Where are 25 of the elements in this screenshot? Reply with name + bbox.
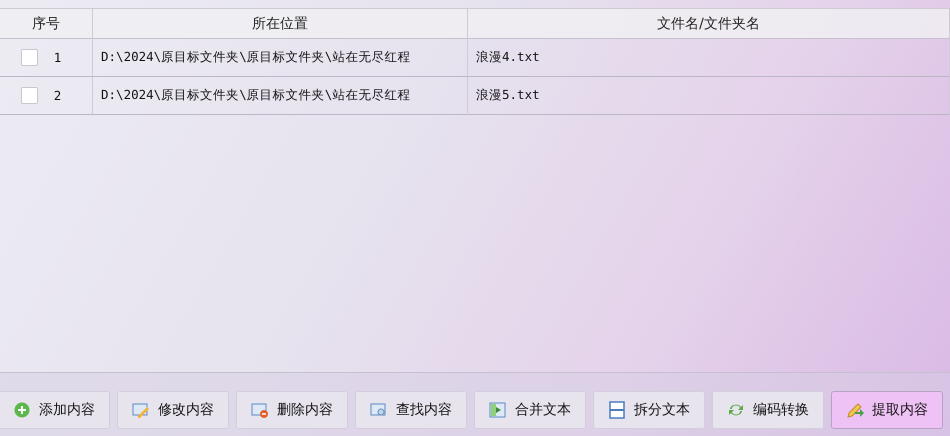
toolbar-button[interactable]: 删除内容 bbox=[236, 390, 348, 428]
column-header[interactable]: 文件名/文件夹名 bbox=[468, 9, 950, 39]
toolbar-button[interactable]: 编码转换 bbox=[712, 390, 824, 428]
form-magnifier-icon bbox=[370, 400, 388, 418]
toolbar-button[interactable]: 提取内容 bbox=[831, 390, 943, 428]
filename-cell: 浪漫4.txt bbox=[476, 49, 540, 66]
row-checkbox[interactable] bbox=[20, 87, 38, 104]
column-header[interactable]: 序号 bbox=[0, 9, 93, 39]
toolbar-button[interactable]: 查找内容 bbox=[355, 390, 467, 428]
toolbar-button[interactable]: 合并文本 bbox=[474, 390, 586, 428]
pencil-form-icon bbox=[132, 400, 150, 418]
form-minus-icon bbox=[251, 400, 269, 418]
location-cell: D:\2024\原目标文件夹\原目标文件夹\站在无尽红程 bbox=[101, 49, 410, 66]
row-checkbox[interactable] bbox=[20, 49, 38, 66]
toolbar-button[interactable]: 拆分文本 bbox=[593, 390, 705, 428]
plus-circle-icon bbox=[13, 400, 31, 418]
toolbar-button[interactable]: 添加内容 bbox=[0, 390, 110, 428]
toolbar-button[interactable]: 修改内容 bbox=[117, 390, 229, 428]
row-number: 1 bbox=[52, 50, 62, 65]
filename-cell: 浪漫5.txt bbox=[476, 87, 540, 104]
location-cell: D:\2024\原目标文件夹\原目标文件夹\站在无尽红程 bbox=[101, 87, 410, 104]
row-number: 2 bbox=[52, 88, 62, 103]
column-header[interactable]: 所在位置 bbox=[93, 9, 468, 39]
split-panel-icon bbox=[608, 400, 626, 418]
pencil-arrow-icon bbox=[846, 400, 864, 418]
